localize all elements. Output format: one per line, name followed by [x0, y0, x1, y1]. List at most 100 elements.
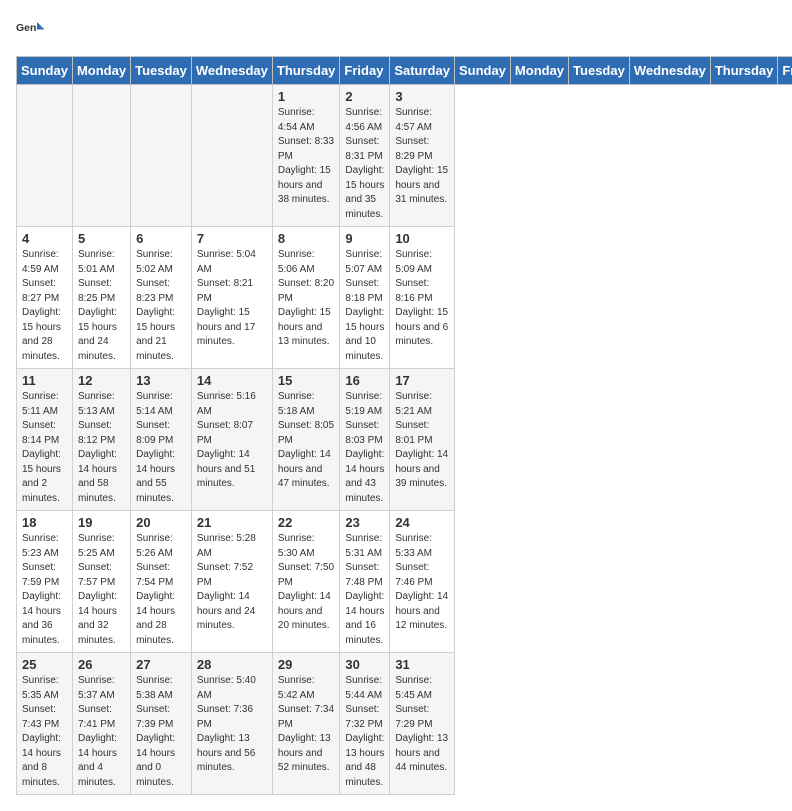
- day-number: 3: [395, 89, 449, 104]
- calendar-cell: 9 Sunrise: 5:07 AM Sunset: 8:18 PM Daylig…: [340, 227, 390, 369]
- day-number: 14: [197, 373, 267, 388]
- day-info: Sunrise: 5:37 AM Sunset: 7:41 PM Dayligh…: [78, 674, 125, 790]
- day-number: 23: [345, 515, 384, 530]
- calendar-cell: 14 Sunrise: 5:16 AM Sunset: 8:07 PM Dayli…: [191, 369, 272, 511]
- day-number: 9: [345, 231, 384, 246]
- calendar-cell: 30 Sunrise: 5:44 AM Sunset: 7:32 PM Dayli…: [340, 653, 390, 795]
- calendar-cell: 19Sunrise: 5:25 AM Sunset: 7:57 PM Dayli…: [72, 511, 130, 653]
- calendar-cell: 27 Sunrise: 5:38 AM Sunset: 7:39 PM Dayli…: [131, 653, 192, 795]
- day-number: 1: [278, 89, 335, 104]
- day-number: 17: [395, 373, 449, 388]
- day-info: Sunrise: 5:16 AM Sunset: 8:07 PM Dayligh…: [197, 390, 267, 492]
- calendar-cell: 5 Sunrise: 5:01 AM Sunset: 8:25 PM Daylig…: [72, 227, 130, 369]
- day-number: 24: [395, 515, 449, 530]
- day-info: Sunrise: 5:28 AM Sunset: 7:52 PM Dayligh…: [197, 532, 267, 634]
- day-info: Sunrise: 5:18 AM Sunset: 8:05 PM Dayligh…: [278, 390, 335, 492]
- day-number: 5: [78, 231, 125, 246]
- calendar-cell: 15 Sunrise: 5:18 AM Sunset: 8:05 PM Dayli…: [272, 369, 340, 511]
- calendar-cell: 1Sunrise: 4:54 AM Sunset: 8:33 PM Daylig…: [272, 85, 340, 227]
- day-info: Sunrise: 4:57 AM Sunset: 8:29 PM Dayligh…: [395, 106, 449, 208]
- day-number: 13: [136, 373, 186, 388]
- calendar-cell: 8Sunrise: 5:06 AM Sunset: 8:20 PM Daylig…: [272, 227, 340, 369]
- calendar-cell: 18Sunrise: 5:23 AM Sunset: 7:59 PM Dayli…: [17, 511, 73, 653]
- day-info: Sunrise: 5:07 AM Sunset: 8:18 PM Dayligh…: [345, 248, 384, 364]
- header-wednesday: Wednesday: [191, 57, 272, 85]
- day-number: 20: [136, 515, 186, 530]
- calendar-cell: 26 Sunrise: 5:37 AM Sunset: 7:41 PM Dayli…: [72, 653, 130, 795]
- day-info: Sunrise: 5:21 AM Sunset: 8:01 PM Dayligh…: [395, 390, 449, 492]
- day-info: Sunrise: 5:45 AM Sunset: 7:29 PM Dayligh…: [395, 674, 449, 776]
- calendar-cell: 4Sunrise: 4:59 AM Sunset: 8:27 PM Daylig…: [17, 227, 73, 369]
- header-sunday: Sunday: [17, 57, 73, 85]
- day-info: Sunrise: 5:26 AM Sunset: 7:54 PM Dayligh…: [136, 532, 186, 648]
- day-number: 22: [278, 515, 335, 530]
- day-number: 2: [345, 89, 384, 104]
- calendar-week-row: 18Sunrise: 5:23 AM Sunset: 7:59 PM Dayli…: [17, 511, 792, 653]
- calendar-cell: [131, 85, 192, 227]
- header-tuesday: Tuesday: [131, 57, 192, 85]
- day-info: Sunrise: 5:38 AM Sunset: 7:39 PM Dayligh…: [136, 674, 186, 790]
- day-number: 15: [278, 373, 335, 388]
- weekday-header-monday: Monday: [510, 57, 568, 85]
- weekday-header-friday: Friday: [778, 57, 792, 85]
- logo-icon: Gen: [16, 16, 46, 46]
- day-info: Sunrise: 5:13 AM Sunset: 8:12 PM Dayligh…: [78, 390, 125, 506]
- weekday-header-wednesday: Wednesday: [629, 57, 710, 85]
- day-number: 7: [197, 231, 267, 246]
- day-info: Sunrise: 5:40 AM Sunset: 7:36 PM Dayligh…: [197, 674, 267, 776]
- calendar-cell: 3 Sunrise: 4:57 AM Sunset: 8:29 PM Daylig…: [390, 85, 455, 227]
- day-number: 25: [22, 657, 67, 672]
- day-number: 10: [395, 231, 449, 246]
- day-number: 4: [22, 231, 67, 246]
- calendar-header-row: SundayMondayTuesdayWednesdayThursdayFrid…: [17, 57, 792, 85]
- day-info: Sunrise: 5:44 AM Sunset: 7:32 PM Dayligh…: [345, 674, 384, 790]
- page-header: Gen: [16, 16, 776, 46]
- calendar-cell: [72, 85, 130, 227]
- calendar-cell: 7 Sunrise: 5:04 AM Sunset: 8:21 PM Daylig…: [191, 227, 272, 369]
- day-info: Sunrise: 5:09 AM Sunset: 8:16 PM Dayligh…: [395, 248, 449, 350]
- calendar-cell: 21 Sunrise: 5:28 AM Sunset: 7:52 PM Dayli…: [191, 511, 272, 653]
- logo: Gen: [16, 16, 50, 46]
- calendar-week-row: 11 Sunrise: 5:11 AM Sunset: 8:14 PM Dayli…: [17, 369, 792, 511]
- header-saturday: Saturday: [390, 57, 455, 85]
- day-info: Sunrise: 4:56 AM Sunset: 8:31 PM Dayligh…: [345, 106, 384, 222]
- calendar-cell: 24 Sunrise: 5:33 AM Sunset: 7:46 PM Dayli…: [390, 511, 455, 653]
- day-number: 11: [22, 373, 67, 388]
- calendar-cell: 31Sunrise: 5:45 AM Sunset: 7:29 PM Dayli…: [390, 653, 455, 795]
- day-number: 16: [345, 373, 384, 388]
- day-info: Sunrise: 5:23 AM Sunset: 7:59 PM Dayligh…: [22, 532, 67, 648]
- day-info: Sunrise: 5:04 AM Sunset: 8:21 PM Dayligh…: [197, 248, 267, 350]
- calendar-cell: 25 Sunrise: 5:35 AM Sunset: 7:43 PM Dayli…: [17, 653, 73, 795]
- calendar-cell: 12Sunrise: 5:13 AM Sunset: 8:12 PM Dayli…: [72, 369, 130, 511]
- calendar-cell: 2 Sunrise: 4:56 AM Sunset: 8:31 PM Daylig…: [340, 85, 390, 227]
- calendar-cell: 29 Sunrise: 5:42 AM Sunset: 7:34 PM Dayli…: [272, 653, 340, 795]
- day-number: 8: [278, 231, 335, 246]
- day-info: Sunrise: 5:01 AM Sunset: 8:25 PM Dayligh…: [78, 248, 125, 364]
- day-number: 28: [197, 657, 267, 672]
- day-info: Sunrise: 5:35 AM Sunset: 7:43 PM Dayligh…: [22, 674, 67, 790]
- day-number: 27: [136, 657, 186, 672]
- calendar-cell: 23 Sunrise: 5:31 AM Sunset: 7:48 PM Dayli…: [340, 511, 390, 653]
- day-number: 29: [278, 657, 335, 672]
- svg-text:Gen: Gen: [16, 22, 36, 34]
- calendar-cell: [191, 85, 272, 227]
- day-info: Sunrise: 5:30 AM Sunset: 7:50 PM Dayligh…: [278, 532, 335, 634]
- calendar-cell: 10 Sunrise: 5:09 AM Sunset: 8:16 PM Dayli…: [390, 227, 455, 369]
- header-monday: Monday: [72, 57, 130, 85]
- weekday-header-tuesday: Tuesday: [569, 57, 630, 85]
- calendar-cell: 6Sunrise: 5:02 AM Sunset: 8:23 PM Daylig…: [131, 227, 192, 369]
- day-number: 21: [197, 515, 267, 530]
- calendar-cell: 22 Sunrise: 5:30 AM Sunset: 7:50 PM Dayli…: [272, 511, 340, 653]
- calendar-cell: [17, 85, 73, 227]
- calendar-cell: 16 Sunrise: 5:19 AM Sunset: 8:03 PM Dayli…: [340, 369, 390, 511]
- day-info: Sunrise: 5:19 AM Sunset: 8:03 PM Dayligh…: [345, 390, 384, 506]
- day-number: 19: [78, 515, 125, 530]
- day-info: Sunrise: 5:11 AM Sunset: 8:14 PM Dayligh…: [22, 390, 67, 506]
- day-info: Sunrise: 5:14 AM Sunset: 8:09 PM Dayligh…: [136, 390, 186, 506]
- day-info: Sunrise: 5:42 AM Sunset: 7:34 PM Dayligh…: [278, 674, 335, 776]
- day-info: Sunrise: 5:33 AM Sunset: 7:46 PM Dayligh…: [395, 532, 449, 634]
- calendar-week-row: 25 Sunrise: 5:35 AM Sunset: 7:43 PM Dayli…: [17, 653, 792, 795]
- day-info: Sunrise: 5:31 AM Sunset: 7:48 PM Dayligh…: [345, 532, 384, 648]
- day-number: 30: [345, 657, 384, 672]
- day-number: 26: [78, 657, 125, 672]
